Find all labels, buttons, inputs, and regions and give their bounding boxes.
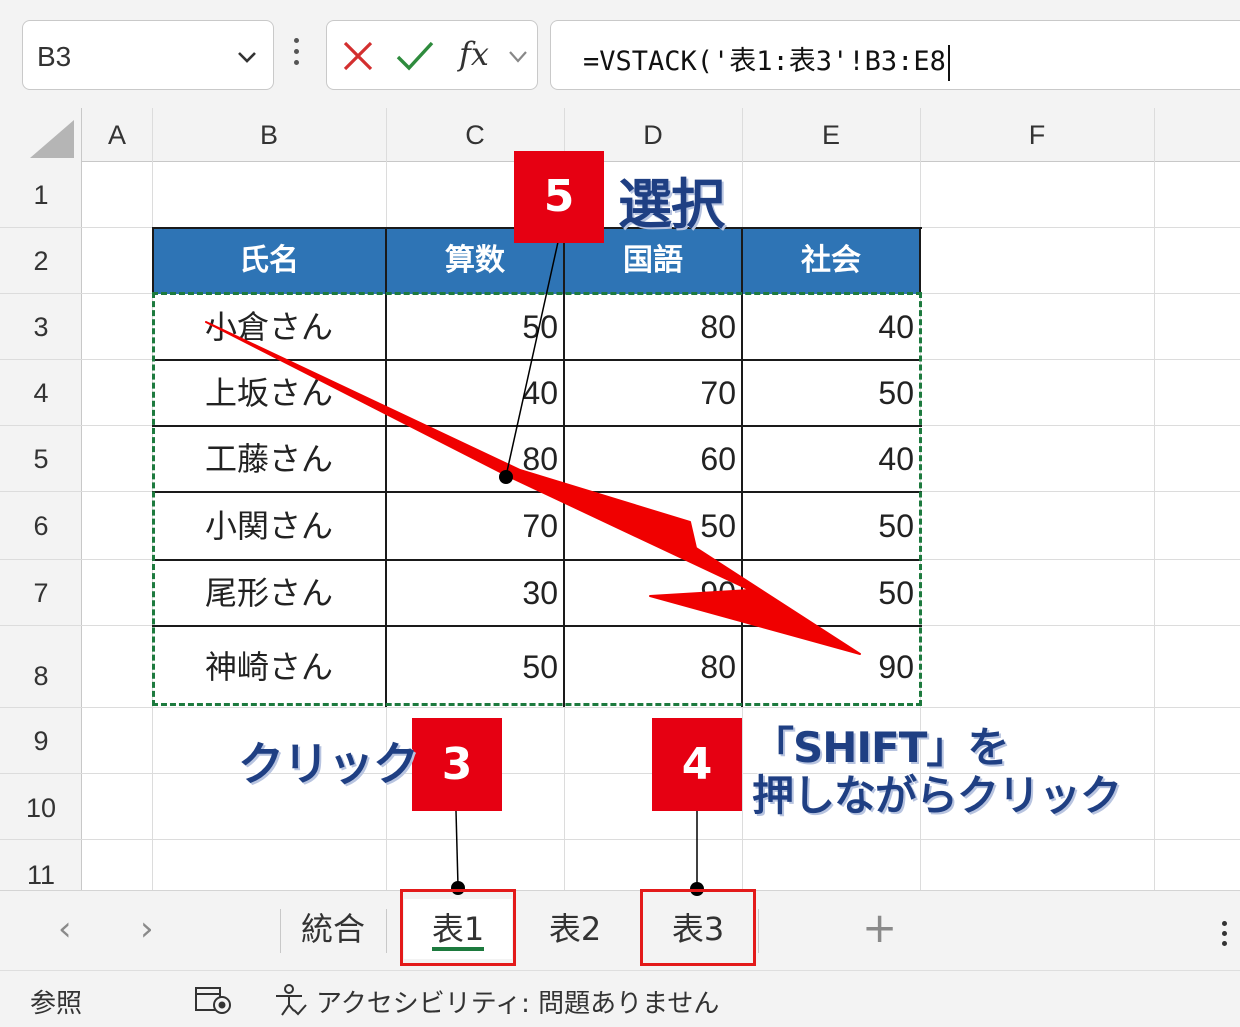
row-header-5[interactable]: 5 xyxy=(0,444,82,475)
table-border xyxy=(152,227,154,294)
highlight-box-tab-3 xyxy=(640,889,756,966)
row-header-2[interactable]: 2 xyxy=(0,246,82,277)
formula-bar: B3 fx =VSTACK('表1:表3'!B3:E8 xyxy=(0,0,1240,108)
status-bar: 参照 アクセシビリティ: 問題ありません xyxy=(0,970,1240,1027)
macro-record-icon[interactable] xyxy=(194,985,234,1015)
formula-input[interactable]: =VSTACK('表1:表3'!B3:E8 xyxy=(550,20,1240,90)
row-header-3[interactable]: 3 xyxy=(0,312,82,343)
step-badge-5: 5 xyxy=(514,151,604,243)
row-header-7[interactable]: 7 xyxy=(0,578,82,609)
row-header-6[interactable]: 6 xyxy=(0,511,82,542)
status-mode: 参照 xyxy=(30,989,83,1019)
column-header-f[interactable]: F xyxy=(920,108,1154,162)
name-box-value: B3 xyxy=(37,41,72,72)
step-badge-4: 4 xyxy=(652,718,742,811)
tab-sheet-merge[interactable]: 統合 xyxy=(282,899,384,959)
callout-shift-line2: 押しながらクリック xyxy=(752,771,1122,820)
more-options-icon[interactable] xyxy=(292,38,302,71)
table-header-social[interactable]: 社会 xyxy=(742,227,920,294)
chevron-down-icon[interactable] xyxy=(507,47,529,67)
select-all-corner-icon[interactable] xyxy=(28,118,76,160)
tab-sheet-2[interactable]: 表2 xyxy=(520,899,630,959)
insert-function-icon[interactable]: fx xyxy=(459,35,489,73)
column-header-e[interactable]: E xyxy=(742,108,920,162)
table-header-name[interactable]: 氏名 xyxy=(152,227,386,294)
table-border xyxy=(919,227,921,294)
callout-click: クリック xyxy=(238,737,419,791)
row-header-8[interactable]: 8 xyxy=(0,661,82,692)
row-header-1[interactable]: 1 xyxy=(0,180,82,211)
accessibility-status[interactable]: アクセシビリティ: 問題ありません xyxy=(316,983,719,1020)
row-header-11[interactable]: 11 xyxy=(0,860,82,890)
chevron-left-icon[interactable]: ‹ xyxy=(58,909,72,949)
formula-controls: fx xyxy=(326,20,538,90)
column-header-b[interactable]: B xyxy=(152,108,386,162)
step-badge-3: 3 xyxy=(412,718,502,811)
formula-text: =VSTACK('表1:表3'!B3:E8 xyxy=(583,46,946,77)
chevron-right-icon[interactable]: › xyxy=(140,909,154,949)
accessibility-icon[interactable] xyxy=(272,983,308,1017)
row-header-10[interactable]: 10 xyxy=(0,793,82,824)
chevron-down-icon[interactable] xyxy=(235,45,259,69)
highlight-box-tab-1 xyxy=(400,889,516,966)
add-sheet-button[interactable]: + xyxy=(862,903,897,952)
text-caret xyxy=(947,44,950,81)
enter-check-icon[interactable] xyxy=(395,39,435,73)
name-box[interactable]: B3 xyxy=(22,20,274,90)
sheet-tab-bar: ‹ › 統合 表1 表2 表3 + xyxy=(0,890,1240,970)
row-header-4[interactable]: 4 xyxy=(0,378,82,409)
more-options-icon[interactable] xyxy=(1222,921,1227,951)
row-header-9[interactable]: 9 xyxy=(0,726,82,757)
cancel-icon[interactable] xyxy=(341,39,375,73)
callout-select: 選択 xyxy=(618,173,725,236)
column-header-a[interactable]: A xyxy=(82,108,152,162)
selection-marquee xyxy=(152,292,922,706)
